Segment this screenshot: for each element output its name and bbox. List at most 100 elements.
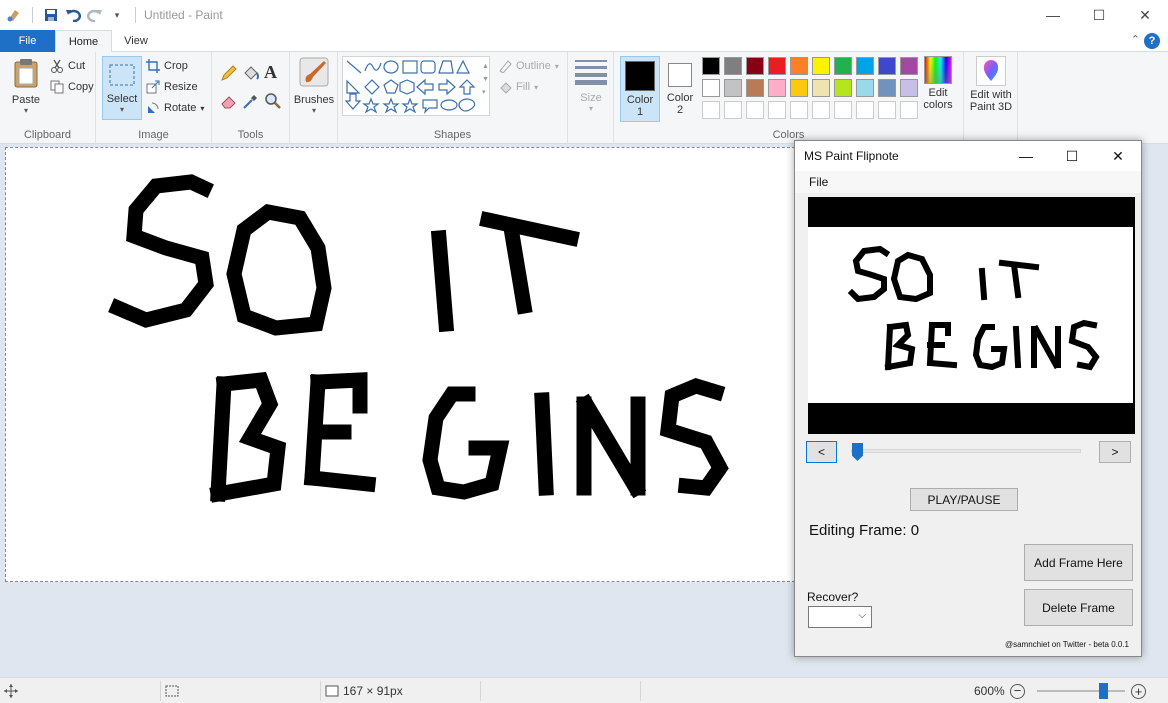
eraser-icon[interactable] [220, 92, 238, 113]
frame-slider-thumb[interactable] [852, 443, 863, 461]
cut-button[interactable]: Cut [50, 59, 85, 73]
maximize-button[interactable]: ☐ [1076, 0, 1122, 30]
canvas-size-icon [325, 685, 339, 697]
color2-button[interactable]: Color 2 [664, 56, 696, 122]
flipnote-close-button[interactable]: ✕ [1095, 141, 1141, 171]
prev-frame-button[interactable]: < [806, 441, 837, 463]
palette-swatch[interactable] [834, 79, 852, 97]
palette-swatch[interactable] [812, 79, 830, 97]
color-picker-icon[interactable] [242, 92, 260, 113]
palette-swatch[interactable] [702, 57, 720, 75]
zoom-slider[interactable] [1037, 678, 1127, 703]
fill-bucket-icon[interactable] [242, 64, 260, 85]
palette-swatch[interactable] [878, 79, 896, 97]
resize-button[interactable]: Resize [146, 80, 198, 94]
palette-custom-swatch[interactable] [768, 101, 786, 119]
palette-swatch[interactable] [812, 57, 830, 75]
outline-button[interactable]: Outline ▾ [498, 59, 559, 73]
palette-swatch[interactable] [856, 79, 874, 97]
crop-icon [146, 59, 160, 73]
fill-button[interactable]: Fill ▾ [498, 80, 538, 94]
palette-custom-swatch[interactable] [834, 101, 852, 119]
frame-slider-track[interactable] [851, 449, 1081, 453]
drawing-canvas[interactable] [5, 147, 805, 582]
palette-swatch[interactable] [834, 57, 852, 75]
palette-swatch[interactable] [790, 57, 808, 75]
paste-button[interactable]: Paste ▾ [6, 58, 46, 115]
palette-swatch[interactable] [746, 79, 764, 97]
collapse-ribbon-icon[interactable]: ⌃ [1131, 33, 1140, 46]
edit-with-paint3d-button[interactable]: Edit with Paint 3D [966, 56, 1016, 113]
recover-select[interactable]: ⌵ [808, 606, 872, 628]
copy-button[interactable]: Copy [50, 80, 94, 94]
fill-label: Fill [516, 81, 531, 93]
frame-preview [808, 197, 1135, 434]
flipnote-file-menu[interactable]: File [809, 175, 828, 189]
zoom-slider-thumb[interactable] [1099, 683, 1108, 699]
palette-swatch[interactable] [856, 57, 874, 75]
size-button[interactable]: Size ▾ [572, 58, 610, 113]
select-button[interactable]: Select ▾ [102, 56, 142, 120]
palette-custom-swatch[interactable] [724, 101, 742, 119]
select-label: Select [106, 93, 138, 105]
rotate-label: Rotate [164, 102, 197, 114]
palette-swatch[interactable] [768, 57, 786, 75]
palette-custom-swatch[interactable] [790, 101, 808, 119]
redo-icon[interactable] [87, 7, 103, 23]
next-frame-button[interactable]: > [1099, 441, 1131, 463]
palette-custom-swatch[interactable] [900, 101, 918, 119]
palette-swatch[interactable] [878, 57, 896, 75]
delete-frame-button[interactable]: Delete Frame [1024, 589, 1133, 626]
tab-view[interactable]: View [112, 30, 160, 52]
tab-home[interactable]: Home [55, 30, 112, 53]
close-button[interactable]: ✕ [1122, 0, 1168, 30]
paint-app-icon[interactable] [6, 7, 22, 23]
shapes-gallery[interactable] [342, 56, 490, 116]
tab-file[interactable]: File [0, 30, 55, 52]
canvas-drawing [108, 174, 729, 503]
palette-swatch[interactable] [724, 79, 742, 97]
select-rect-icon [103, 63, 141, 90]
magnifier-icon[interactable] [264, 92, 282, 113]
palette-custom-swatch[interactable] [812, 101, 830, 119]
palette-swatch[interactable] [746, 57, 764, 75]
ribbon: Paste ▾ Cut Copy Clipboard Select ▾ Crop… [0, 52, 1168, 144]
color1-button[interactable]: Color 1 [620, 56, 660, 122]
crop-button[interactable]: Crop [146, 59, 188, 73]
palette-custom-swatch[interactable] [856, 101, 874, 119]
zoom-out-button[interactable]: − [1010, 678, 1025, 703]
palette-swatch[interactable] [724, 57, 742, 75]
save-icon[interactable] [43, 7, 59, 23]
minimize-button[interactable]: — [1030, 0, 1076, 30]
palette-custom-swatch[interactable] [878, 101, 896, 119]
clipboard-group: Paste ▾ Cut Copy Clipboard [0, 52, 96, 144]
shapes-scroll[interactable]: ▲ ▼ ▾ [482, 60, 489, 99]
add-frame-button[interactable]: Add Frame Here [1024, 544, 1133, 581]
palette-swatch[interactable] [900, 79, 918, 97]
flipnote-maximize-button[interactable]: ☐ [1049, 141, 1095, 171]
pencil-icon[interactable] [220, 64, 238, 85]
flipnote-title: MS Paint Flipnote [804, 149, 899, 163]
edit-colors-button[interactable]: Edit colors [920, 56, 956, 111]
flipnote-minimize-button[interactable]: — [1003, 141, 1049, 171]
credit-text: @samnchiet on Twitter - beta 0.0.1 [1004, 640, 1129, 649]
customize-dropdown-icon[interactable]: ▾ [109, 7, 125, 23]
rotate-button[interactable]: Rotate ▾ [146, 101, 204, 115]
brushes-button[interactable]: Brushes ▾ [292, 56, 336, 115]
zoom-level: 600% [974, 684, 1005, 698]
zoom-in-button[interactable]: + [1131, 678, 1146, 703]
palette-swatch[interactable] [702, 79, 720, 97]
paint3d-label-1: Edit with [970, 89, 1012, 101]
text-tool-icon[interactable]: A [264, 62, 277, 83]
palette-custom-swatch[interactable] [702, 101, 720, 119]
play-pause-button[interactable]: PLAY/PAUSE [910, 488, 1018, 511]
color2-swatch [668, 63, 692, 87]
palette-swatch[interactable] [768, 79, 786, 97]
brushes-label: Brushes [293, 94, 335, 106]
palette-custom-swatch[interactable] [746, 101, 764, 119]
undo-icon[interactable] [65, 7, 81, 23]
palette-swatch[interactable] [790, 79, 808, 97]
outline-label: Outline [516, 60, 551, 72]
help-icon[interactable]: ? [1144, 33, 1160, 49]
palette-swatch[interactable] [900, 57, 918, 75]
